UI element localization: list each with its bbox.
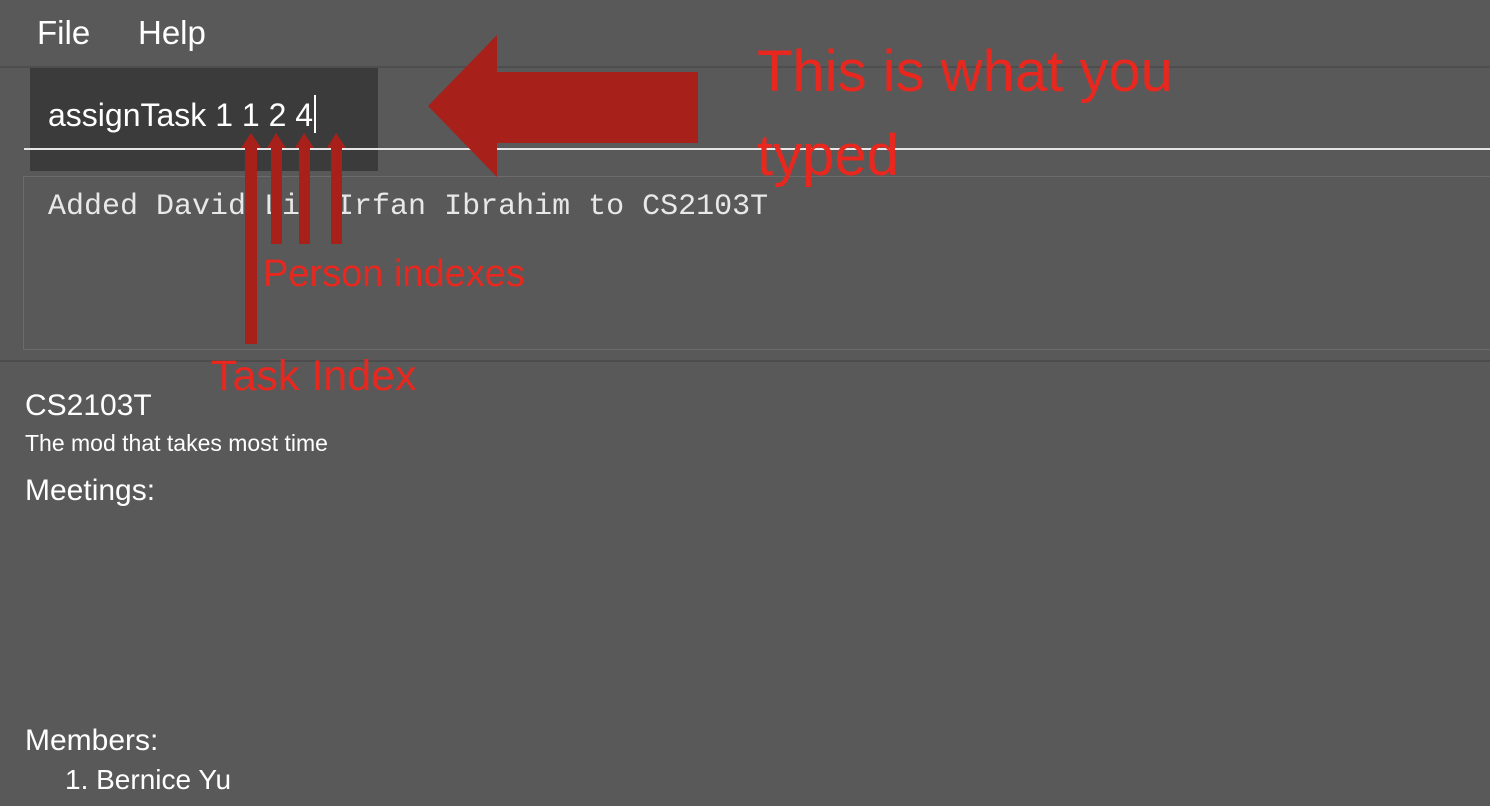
annotation-typed-label: This is what you typed — [757, 39, 1173, 188]
annotation-task-index-label: Task Index — [211, 352, 417, 400]
person-index-arrow-icon — [267, 133, 286, 244]
big-left-arrow-icon — [428, 35, 698, 177]
annotation-person-indexes-label: Person indexes — [263, 253, 525, 295]
person-index-arrow-icon — [327, 133, 346, 244]
task-index-arrow-icon — [241, 133, 261, 344]
person-index-arrow-icon — [295, 133, 314, 244]
annotation-overlay — [241, 35, 698, 344]
